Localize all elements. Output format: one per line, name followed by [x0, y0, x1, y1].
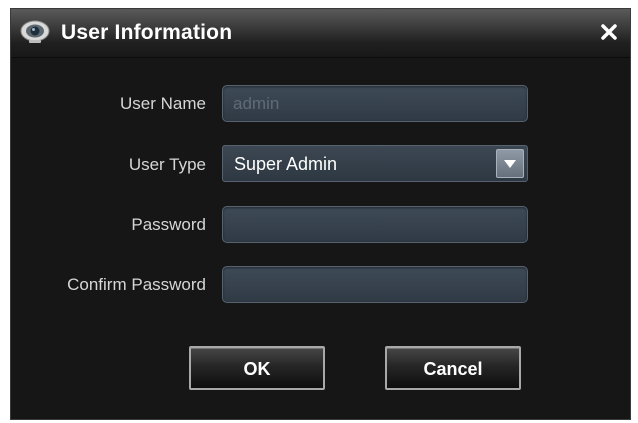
confirm-password-label: Confirm Password: [67, 275, 206, 294]
user-type-label: User Type: [128, 155, 206, 174]
chevron-down-icon[interactable]: [496, 149, 524, 178]
confirm-password-field[interactable]: [222, 266, 528, 303]
title-bar: User Information: [11, 9, 630, 58]
user-information-dialog: User Information User Name User Type Sup…: [10, 8, 631, 420]
dialog-title: User Information: [61, 21, 233, 44]
password-label: Password: [131, 215, 206, 234]
user-name-field[interactable]: [222, 85, 528, 122]
ok-button[interactable]: OK: [189, 346, 325, 390]
user-type-select[interactable]: Super Admin: [222, 145, 528, 182]
close-icon[interactable]: [596, 19, 622, 45]
user-type-value: Super Admin: [234, 154, 338, 174]
user-name-label: User Name: [120, 94, 206, 113]
cancel-button[interactable]: Cancel: [385, 346, 521, 390]
password-field[interactable]: [222, 206, 528, 243]
camera-icon: [20, 20, 50, 44]
